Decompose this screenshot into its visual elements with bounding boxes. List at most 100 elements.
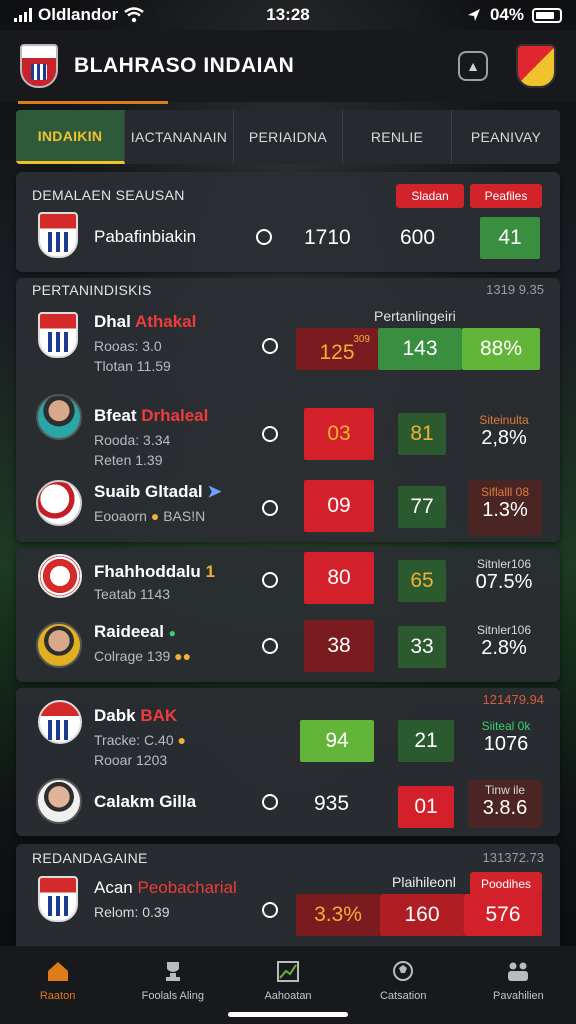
home-icon xyxy=(47,962,68,981)
standings-card: PERTANINDISKIS 1319 9.35 Pertanlingeiri … xyxy=(16,278,560,542)
percent-stat: Siteinulta 2,8% xyxy=(479,413,529,450)
player-name[interactable]: Bfeat Drhaleal xyxy=(94,406,208,426)
player-sub: Rooda: 3.34 xyxy=(94,432,171,448)
team-name[interactable]: Dhal Athakal xyxy=(94,312,196,332)
percent-stat: Sitnler106 2.8% xyxy=(476,623,532,660)
nav-team[interactable]: Pavahilien xyxy=(461,946,576,1024)
signal-icon xyxy=(14,8,32,22)
wifi-icon xyxy=(124,7,145,23)
nav-label: Catsation xyxy=(379,990,427,1002)
tab-renlie[interactable]: RENLIE xyxy=(343,110,452,164)
team-crest xyxy=(38,700,82,744)
team-sub: Rooas: 3.0 xyxy=(94,338,162,354)
player-avatar xyxy=(36,622,82,668)
notification-icon[interactable]: ▲ xyxy=(458,51,488,81)
team-crest xyxy=(38,876,78,922)
home-indicator xyxy=(228,1012,348,1017)
player-name[interactable]: Raideeal ● xyxy=(94,622,176,642)
clock-icon xyxy=(262,572,278,588)
column-label: Pertanlingeiri xyxy=(374,308,456,324)
card-meta: 131372.73 xyxy=(482,850,544,865)
score-box: 77 xyxy=(398,486,446,528)
tab-iactananain[interactable]: IACTANANAIN xyxy=(125,110,234,164)
tab-indaikin[interactable]: INDAIKIN xyxy=(16,110,125,164)
score-box: 33 xyxy=(398,626,446,668)
nav-trophy[interactable]: Foolals Aling xyxy=(115,946,230,1024)
tab-periaidna[interactable]: PERIAIDNA xyxy=(234,110,343,164)
stat-value: 1710 xyxy=(304,226,351,249)
team-name[interactable]: Dabk BAK xyxy=(94,706,177,726)
percent-stat: Tinw ile 3.8.6 xyxy=(468,780,542,828)
clock-icon xyxy=(262,794,278,810)
carrier-name: Oldlandor xyxy=(38,5,119,24)
clock-icon xyxy=(256,229,272,245)
filter-pill[interactable]: Sladan xyxy=(396,184,464,208)
team-sub: Tlotan 11.59 xyxy=(94,358,171,374)
nav-label: Foolals Aling xyxy=(141,990,204,1002)
clock-icon xyxy=(262,500,278,516)
player-sub: Reten 1.39 xyxy=(94,452,163,468)
clock-icon xyxy=(262,426,278,442)
team-icon xyxy=(508,962,529,981)
player-name[interactable]: Suaib Gltadal ➤ xyxy=(94,482,222,502)
clock-time: 13:28 xyxy=(266,5,310,24)
page-title: BLAHRASO INDAIAN xyxy=(74,54,295,77)
score-box: 143 xyxy=(378,328,462,370)
nav-label: Raaton xyxy=(39,990,76,1002)
clock-icon xyxy=(262,638,278,654)
team-sub: Relom: 0.39 xyxy=(94,904,170,920)
score-box: 309 125 xyxy=(296,328,378,370)
header-accent-line xyxy=(18,101,168,104)
trophy-icon xyxy=(165,962,180,981)
stat-value: 935 xyxy=(314,792,350,815)
nav-home[interactable]: Raaton xyxy=(0,946,115,1024)
ball-icon xyxy=(36,480,82,526)
card-meta: 121479.94 xyxy=(482,692,544,707)
summary-card[interactable]: DEMALAEN SEAUSAN Sladan Peafiles Pabafin… xyxy=(16,172,560,272)
nav-label: Aahoatan xyxy=(264,990,312,1002)
nav-label: Pavahilien xyxy=(493,990,544,1002)
score-box: 80 xyxy=(304,552,374,604)
score-box: 03 xyxy=(304,408,374,460)
player-sub: Teatab 1143 xyxy=(94,586,171,602)
column-label: Plaihileonl xyxy=(392,874,456,890)
score-box: 01 xyxy=(398,786,454,828)
player-sub: Eooaorn ● BAS!N xyxy=(94,508,206,524)
team-name[interactable]: Acan Peobacharial xyxy=(94,878,237,898)
nav-ball[interactable]: Catsation xyxy=(346,946,461,1024)
tab-peanivay[interactable]: PEANIVAY xyxy=(452,110,560,164)
app-header: BLAHRASO INDAIAN ▲ xyxy=(0,30,576,102)
card-title: REDANDAGAINE xyxy=(32,850,148,866)
player-name[interactable]: Calakm Gilla xyxy=(94,792,196,812)
player-avatar xyxy=(36,394,82,440)
card-title: PERTANINDISKIS xyxy=(32,282,152,298)
score-box: 88% xyxy=(462,328,540,370)
card-title: DEMALAEN SEAUSAN xyxy=(32,187,185,203)
score-box: 160 xyxy=(380,894,464,936)
filter-pill[interactable]: Poodihes xyxy=(470,872,542,896)
team-logo-button[interactable] xyxy=(516,44,556,88)
percent-stat: Sitnler106 07.5% xyxy=(475,557,533,594)
score-box: 3.3% xyxy=(296,894,380,936)
stat-value: 600 xyxy=(400,226,436,249)
score-box: 21 xyxy=(398,720,454,762)
player-name[interactable]: Fhahhoddalu 1 xyxy=(94,562,215,582)
status-bar: Oldlandor 13:28 04% xyxy=(0,0,576,30)
team-sub: Tracke: C.40 ● xyxy=(94,732,186,748)
filter-pill[interactable]: Peafiles xyxy=(470,184,542,208)
tab-bar: INDAIKIN IACTANANAIN PERIAIDNA RENLIE PE… xyxy=(16,110,560,164)
club-crest-logo xyxy=(20,44,58,88)
clock-icon xyxy=(262,902,278,918)
score-box: 41 xyxy=(480,217,540,259)
score-box: 81 xyxy=(398,413,446,455)
team-crest xyxy=(38,212,78,258)
match-card: 121479.94 Dabk BAK Tracke: C.40 ● Rooar … xyxy=(16,688,560,836)
battery-icon xyxy=(532,7,562,23)
team-crest xyxy=(38,312,78,358)
team-name: Pabafinbiakin xyxy=(94,227,197,246)
card-meta: 1319 9.35 xyxy=(486,282,544,297)
ball-icon xyxy=(393,961,414,981)
player-avatar xyxy=(36,778,82,824)
battery-percent: 04% xyxy=(489,5,524,24)
player-card: Fhahhoddalu 1 Teatab 1143 80 65 Sitnler1… xyxy=(16,548,560,682)
